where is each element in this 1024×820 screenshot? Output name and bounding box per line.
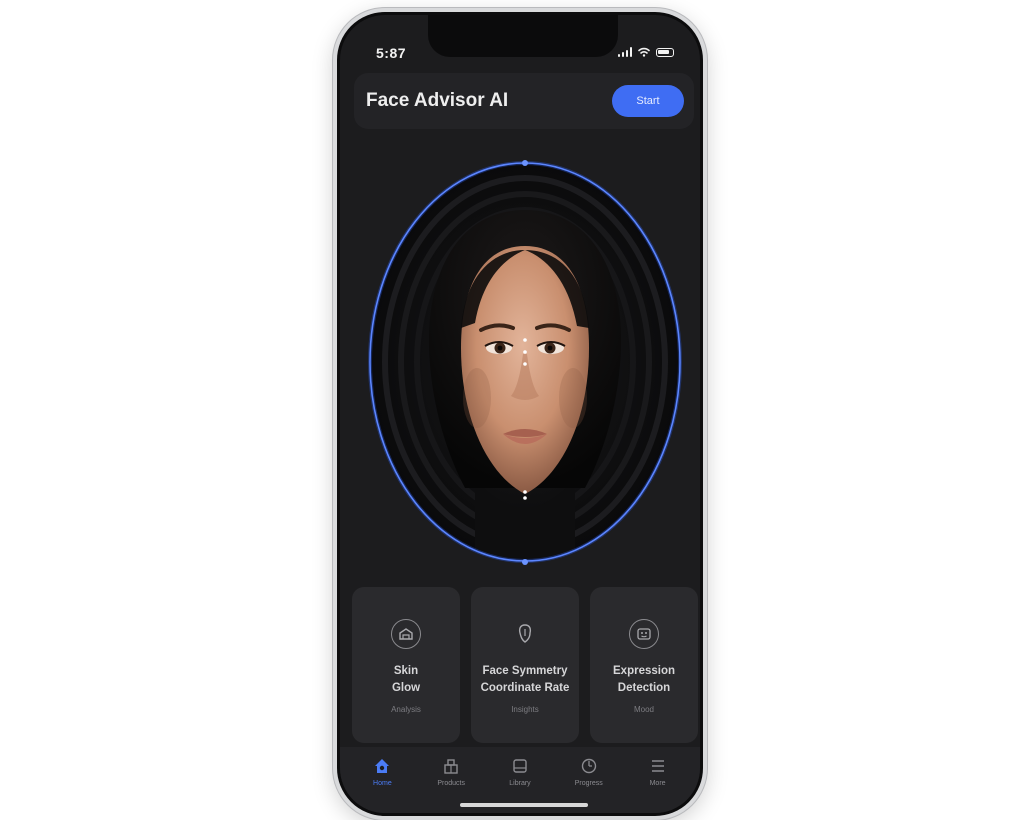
tab-label: More [649,780,666,787]
status-icons [617,47,674,57]
home-indicator[interactable] [460,803,588,807]
battery-icon [656,47,674,57]
skin-analysis-icon [391,619,421,649]
feature-card-expression[interactable]: Expression Detection Mood [590,587,698,743]
products-icon [444,759,458,774]
phone-frame: 5:87 Face Advisor AI Start Skin Glow Ana… [333,8,707,820]
card-title: Expression Detection [613,665,675,694]
tab-library[interactable]: Library [490,757,550,787]
tab-label: Progress [574,780,603,787]
face-scan-frame [368,160,682,565]
tab-more[interactable]: More [628,757,688,787]
card-subtitle: Mood [633,705,654,714]
notch [428,15,618,57]
status-time: 5:87 [376,45,407,61]
card-title: Face Symmetry Coordinate Rate [480,665,570,694]
app-screen: 5:87 Face Advisor AI Start Skin Glow Ana… [337,12,703,816]
tab-progress[interactable]: Progress [559,757,619,787]
wifi-icon [638,47,650,57]
library-icon [513,759,527,773]
feature-cards: Skin Glow Analysis Face Symmetry Coordin… [352,587,698,743]
card-subtitle: Insights [511,705,539,714]
feature-card-skin[interactable]: Skin Glow Analysis [352,587,460,743]
tab-label: Library [509,780,531,787]
home-icon [375,759,390,773]
app-title: Face Advisor AI [366,90,509,111]
expression-icon [629,619,659,649]
tab-label: Home [373,780,392,787]
tab-home[interactable]: Home [352,757,412,787]
signal-icon [617,47,632,57]
app-header: Face Advisor AI Start [354,73,694,129]
progress-icon [581,758,596,774]
card-title: Skin Glow [391,665,421,694]
feature-card-symmetry[interactable]: Face Symmetry Coordinate Rate Insights [471,587,579,743]
card-subtitle: Analysis [391,705,421,714]
face-scanner[interactable] [365,158,685,566]
tab-label: Products [437,780,465,787]
start-scan-button[interactable]: Start [612,85,684,117]
menu-icon [651,760,664,772]
face-profile-icon [510,619,540,649]
tab-products[interactable]: Products [421,757,481,787]
